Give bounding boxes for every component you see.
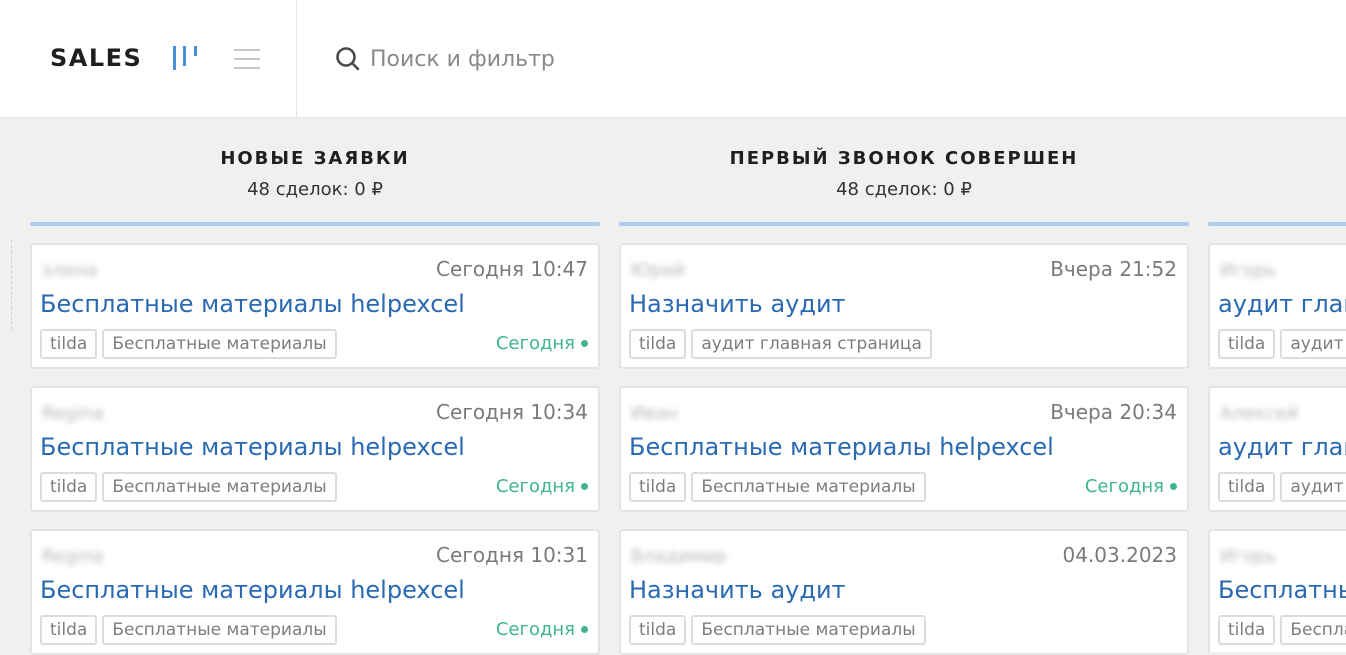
search-field[interactable]: [334, 40, 734, 78]
deal-title-link[interactable]: Назначить аудит: [629, 290, 846, 318]
deal-card[interactable]: элена Сегодня 10:47 Бесплатные материалы…: [30, 243, 600, 369]
tag[interactable]: аудит главная страница: [691, 329, 932, 359]
tag-list: tilda Бесплатные материалы: [629, 615, 926, 645]
deal-card[interactable]: Regina Сегодня 10:34 Бесплатные материал…: [30, 386, 600, 512]
column-header: НОВЫЕ ЗАЯВКИ 48 сделок: 0 ₽: [30, 118, 600, 222]
contact-name[interactable]: Regina: [42, 403, 104, 424]
tag[interactable]: Бесплатные материалы: [691, 615, 926, 645]
tag[interactable]: Бесплатные материалы: [102, 615, 337, 645]
tag[interactable]: tilda: [40, 472, 98, 502]
task-status[interactable]: Сегодня: [496, 476, 588, 497]
deal-card[interactable]: Алексей аудит главная страница tilda ауд…: [1208, 386, 1346, 512]
deal-card[interactable]: Владимир 04.03.2023 Назначить аудит tild…: [619, 529, 1189, 655]
header-divider: [296, 0, 297, 118]
tag[interactable]: tilda: [1218, 329, 1276, 359]
deal-date: Вчера 21:52: [1050, 257, 1177, 281]
column-status-line: [30, 222, 600, 226]
tag-list: tilda аудит главная страница: [1218, 329, 1346, 359]
tag[interactable]: аудит главная страница: [1280, 329, 1346, 359]
deal-title-link[interactable]: аудит главная страница: [1218, 433, 1346, 461]
deal-title-link[interactable]: аудит главная страница: [1218, 290, 1346, 318]
column-header: ПЕРВЫЙ ЗВОНОК СОВЕРШЕН 48 сделок: 0 ₽: [619, 118, 1189, 222]
deal-card[interactable]: Regina Сегодня 10:31 Бесплатные материал…: [30, 529, 600, 655]
contact-name[interactable]: элена: [42, 260, 97, 281]
task-dot-icon: [1170, 483, 1177, 490]
deal-title-link[interactable]: Бесплатные материалы helpexcel: [40, 433, 465, 461]
column-title: ПЕРВЫЙ ЗВОНОК СОВЕРШЕН: [729, 148, 1079, 169]
deal-card[interactable]: Юрий Вчера 21:52 Назначить аудит tilda а…: [619, 243, 1189, 369]
contact-name[interactable]: Юрий: [631, 260, 685, 281]
task-label: Сегодня: [495, 333, 575, 354]
search-input[interactable]: [370, 46, 690, 72]
tag-list: tilda аудит главная страница: [629, 329, 932, 359]
tag[interactable]: Бесплатные материалы: [102, 329, 337, 359]
deal-title-link[interactable]: Назначить аудит: [629, 576, 846, 604]
column-partial: Игорь аудит главная страница tilda аудит…: [1208, 118, 1346, 652]
tag[interactable]: tilda: [1218, 615, 1276, 645]
tag[interactable]: tilda: [629, 329, 687, 359]
deal-date: Сегодня 10:31: [436, 543, 588, 567]
deal-title-link[interactable]: Бесплатные материалы helpexcel: [1218, 576, 1346, 604]
contact-name[interactable]: Игорь: [1220, 546, 1276, 567]
deal-date: Сегодня 10:34: [436, 400, 588, 424]
tag-list: tilda Бесплатные материалы: [40, 615, 337, 645]
task-status[interactable]: Сегодня: [496, 619, 588, 640]
column-summary: 48 сделок: 0 ₽: [247, 179, 383, 200]
contact-name[interactable]: Игорь: [1220, 260, 1276, 281]
contact-name[interactable]: Владимир: [631, 546, 727, 567]
tag[interactable]: Бесплатные материалы: [691, 472, 926, 502]
tag[interactable]: Бесплатные материалы: [102, 472, 337, 502]
column-title: НОВЫЕ ЗАЯВКИ: [220, 148, 410, 169]
task-label: Сегодня: [495, 619, 575, 640]
column-status-line: [619, 222, 1189, 226]
column-header: [1208, 118, 1346, 222]
tag-list: tilda Бесплатные материалы: [40, 472, 337, 502]
deal-card[interactable]: Игорь Бесплатные материалы helpexcel til…: [1208, 529, 1346, 652]
task-status[interactable]: Сегодня: [496, 333, 588, 354]
pipeline-title[interactable]: SALES: [50, 44, 142, 72]
deal-title-link[interactable]: Бесплатные материалы helpexcel: [629, 433, 1054, 461]
tag-list: tilda Бесплатные материалы: [1218, 615, 1346, 645]
deal-card[interactable]: Иван Вчера 20:34 Бесплатные материалы he…: [619, 386, 1189, 512]
deal-date: Сегодня 10:47: [436, 257, 588, 281]
column-summary: 48 сделок: 0 ₽: [836, 179, 972, 200]
tag[interactable]: Бесплатные материалы: [1280, 615, 1346, 645]
search-icon: [334, 45, 362, 73]
deal-date: Вчера 20:34: [1050, 400, 1177, 424]
tag[interactable]: tilda: [629, 615, 687, 645]
tag[interactable]: tilda: [1218, 472, 1276, 502]
tag[interactable]: аудит главная страница: [1280, 472, 1346, 502]
tag[interactable]: tilda: [40, 329, 98, 359]
kanban-view-icon[interactable]: [170, 42, 202, 74]
column-new-leads: НОВЫЕ ЗАЯВКИ 48 сделок: 0 ₽ элена Сегодн…: [30, 118, 600, 655]
tag[interactable]: tilda: [40, 615, 98, 645]
contact-name[interactable]: Regina: [42, 546, 104, 567]
column-status-line: [1208, 222, 1346, 226]
task-label: Сегодня: [495, 476, 575, 497]
task-label: Сегодня: [1084, 476, 1164, 497]
contact-name[interactable]: Иван: [631, 403, 678, 424]
deal-title-link[interactable]: Бесплатные материалы helpexcel: [40, 576, 465, 604]
tag-list: tilda Бесплатные материалы: [40, 329, 337, 359]
task-dot-icon: [581, 483, 588, 490]
deal-title-link[interactable]: Бесплатные материалы helpexcel: [40, 290, 465, 318]
tag[interactable]: tilda: [629, 472, 687, 502]
task-dot-icon: [581, 340, 588, 347]
previous-column-edge: [0, 240, 12, 330]
list-view-icon[interactable]: [232, 44, 262, 74]
tag-list: tilda Бесплатные материалы: [629, 472, 926, 502]
deal-card[interactable]: Игорь аудит главная страница tilda аудит…: [1208, 243, 1346, 369]
task-dot-icon: [581, 626, 588, 633]
contact-name[interactable]: Алексей: [1220, 403, 1298, 424]
deal-date: 04.03.2023: [1062, 543, 1177, 567]
top-bar: SALES: [0, 0, 1346, 118]
tag-list: tilda аудит главная страница: [1218, 472, 1346, 502]
column-first-call-done: ПЕРВЫЙ ЗВОНОК СОВЕРШЕН 48 сделок: 0 ₽ Юр…: [619, 118, 1189, 655]
task-status[interactable]: Сегодня: [1085, 476, 1177, 497]
